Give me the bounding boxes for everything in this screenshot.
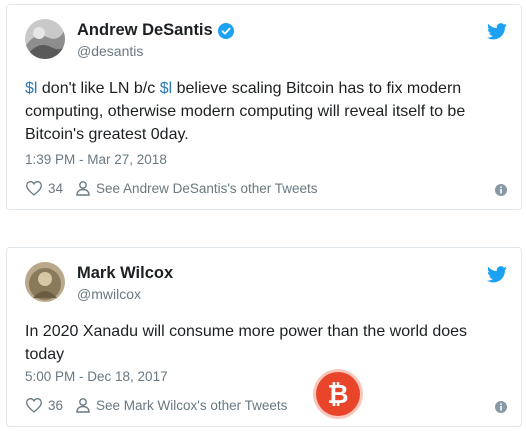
verified-badge-icon [217,22,234,39]
tweet-card-desantis[interactable]: Andrew DeSantis @desantis $l don't like … [6,4,522,210]
author-name-text[interactable]: Mark Wilcox [77,264,173,283]
cashtag-link[interactable]: $l [25,80,37,97]
like-count[interactable]: 36 [48,398,63,413]
other-tweets-link[interactable]: See Andrew DeSantis's other Tweets [96,181,317,196]
like-count[interactable]: 34 [48,181,63,196]
author-name[interactable]: Andrew DeSantis [77,21,234,40]
tweet-card-wilcox[interactable]: Mark Wilcox @mwilcox In 2020 Xanadu will… [6,247,522,427]
heart-icon[interactable] [25,397,43,413]
tweet-text: $l don't like LN b/c $l believe scaling … [25,77,507,146]
bitcoin-watermark-logo: ₿ [316,372,360,416]
twitter-bird-icon[interactable] [487,266,507,283]
twitter-bird-icon[interactable] [487,23,507,40]
author-name[interactable]: Mark Wilcox [77,264,173,283]
tweet-actions: 34 See Andrew DeSantis's other Tweets [25,180,317,196]
author-handle[interactable]: @desantis [77,43,143,59]
bitcoin-symbol: ₿ [327,378,349,409]
tweet-text: In 2020 Xanadu will consume more power t… [25,323,468,363]
info-icon[interactable] [495,184,507,196]
info-icon[interactable] [495,401,507,413]
author-handle[interactable]: @mwilcox [77,286,141,302]
avatar[interactable] [25,19,65,59]
person-icon [76,398,90,413]
tweet-actions: 36 See Mark Wilcox's other Tweets [25,397,287,413]
other-tweets-link[interactable]: See Mark Wilcox's other Tweets [96,398,287,413]
tweet-timestamp[interactable]: 5:00 PM - Dec 18, 2017 [25,369,168,384]
heart-icon[interactable] [25,180,43,196]
tweet-text-segment: don't like LN b/c [37,80,160,97]
tweet-timestamp[interactable]: 1:39 PM - Mar 27, 2018 [25,152,167,167]
cashtag-link[interactable]: $l [160,80,172,97]
person-icon [76,181,90,196]
author-name-text[interactable]: Andrew DeSantis [77,21,213,40]
avatar[interactable] [25,262,65,302]
